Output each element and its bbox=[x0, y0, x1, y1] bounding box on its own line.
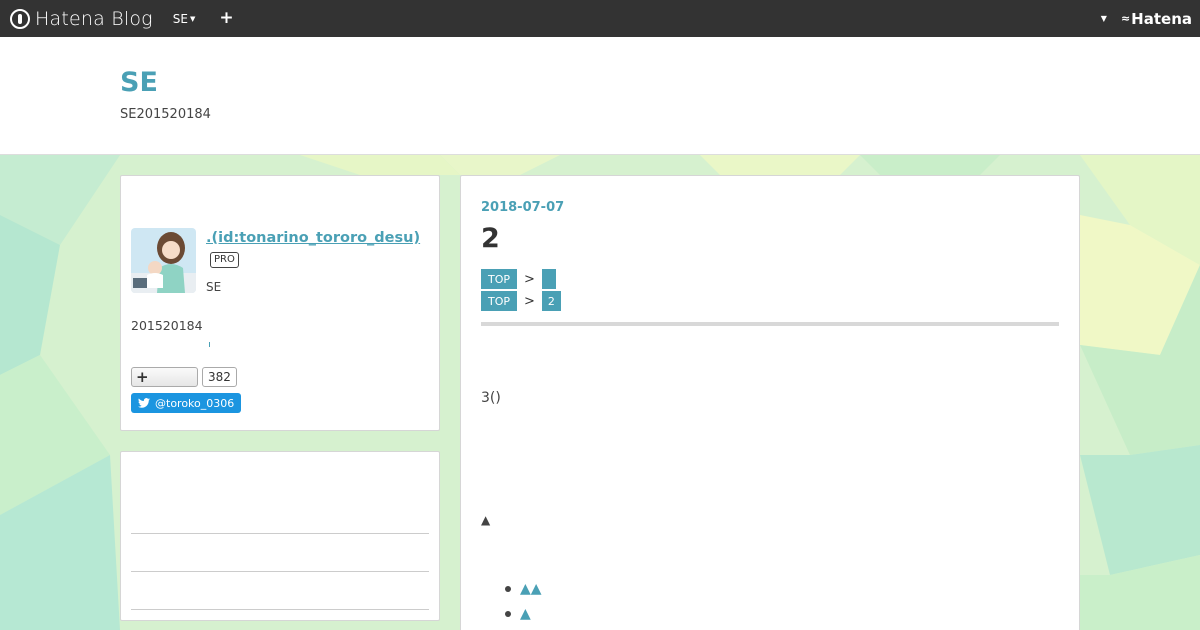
side-divider bbox=[131, 533, 429, 534]
blog-menu-dropdown[interactable]: SE ▼ bbox=[173, 12, 196, 26]
twitter-handle: @toroko_0306 bbox=[155, 396, 235, 410]
toc-item: ▲ bbox=[505, 601, 542, 626]
entry-body-text: 3() bbox=[481, 390, 501, 406]
entry-divider bbox=[481, 322, 1059, 326]
profile-module: .(id:tonarino_tororo_desu) PRO SE 201520… bbox=[120, 175, 440, 431]
section-marker: ▲ bbox=[481, 513, 491, 527]
entry-date[interactable]: 2018-07-07 bbox=[481, 200, 564, 215]
breadcrumb-category-link[interactable]: 2 bbox=[541, 291, 561, 311]
entry-article: 2018-07-07 2 TOP > TOP > 2 3() ▲ ▲▲ ▲ bbox=[460, 175, 1080, 630]
breadcrumb: TOP > 2 bbox=[481, 291, 561, 311]
blog-menu-label: SE bbox=[172, 11, 188, 26]
breadcrumb-category-link[interactable] bbox=[541, 269, 556, 289]
breadcrumb-top-link[interactable]: TOP bbox=[481, 269, 518, 289]
global-nav: Hatena Blog SE ▼ + ▼ ≈ Hatena bbox=[0, 0, 1200, 37]
profile-avatar[interactable] bbox=[131, 228, 196, 293]
side-module bbox=[120, 451, 440, 621]
profile-description: 201520184 bbox=[131, 318, 203, 333]
profile-name-link[interactable]: .(id:tonarino_tororo_desu) bbox=[206, 230, 420, 246]
hatena-logo[interactable]: ≈ Hatena bbox=[1121, 10, 1192, 28]
side-divider bbox=[131, 571, 429, 572]
new-post-button[interactable]: + bbox=[219, 10, 233, 27]
breadcrumb: TOP > bbox=[481, 269, 556, 289]
twitter-bird-icon bbox=[138, 398, 150, 408]
brand-text: Hatena Blog bbox=[35, 7, 153, 30]
blog-header: SE SE201520184 bbox=[0, 37, 1200, 155]
hatena-blog-icon bbox=[10, 8, 30, 29]
profile-link[interactable] bbox=[209, 342, 210, 347]
breadcrumb-separator: > bbox=[524, 271, 535, 287]
follow-button[interactable]: + bbox=[131, 367, 198, 387]
blog-description: SE201520184 bbox=[120, 107, 211, 122]
side-divider bbox=[131, 609, 429, 610]
hatena-wave-icon: ≈ bbox=[1120, 12, 1130, 25]
twitter-follow-button[interactable]: @toroko_0306 bbox=[131, 393, 241, 413]
chevron-down-icon: ▼ bbox=[189, 14, 196, 23]
bullet-icon bbox=[505, 610, 511, 617]
plus-icon: + bbox=[136, 368, 149, 386]
toc-link[interactable]: ▲ bbox=[520, 606, 531, 622]
pro-badge: PRO bbox=[210, 252, 239, 268]
entry-title[interactable]: 2 bbox=[481, 223, 500, 254]
follower-count[interactable]: 382 bbox=[202, 367, 237, 387]
user-menu-chevron-down-icon[interactable]: ▼ bbox=[1101, 14, 1107, 23]
topbar-right: ▼ ≈ Hatena bbox=[1101, 0, 1192, 37]
bullet-icon bbox=[505, 585, 511, 592]
blog-title[interactable]: SE bbox=[120, 67, 158, 98]
table-of-contents: ▲▲ ▲ bbox=[505, 576, 542, 626]
breadcrumb-top-link[interactable]: TOP bbox=[481, 291, 518, 311]
toc-link[interactable]: ▲▲ bbox=[520, 581, 542, 597]
profile-job: SE bbox=[206, 280, 222, 294]
hatena-blog-logo[interactable]: Hatena Blog bbox=[10, 8, 153, 30]
hatena-logo-text: Hatena bbox=[1131, 9, 1192, 28]
breadcrumb-separator: > bbox=[524, 293, 535, 309]
toc-item: ▲▲ bbox=[505, 576, 542, 601]
